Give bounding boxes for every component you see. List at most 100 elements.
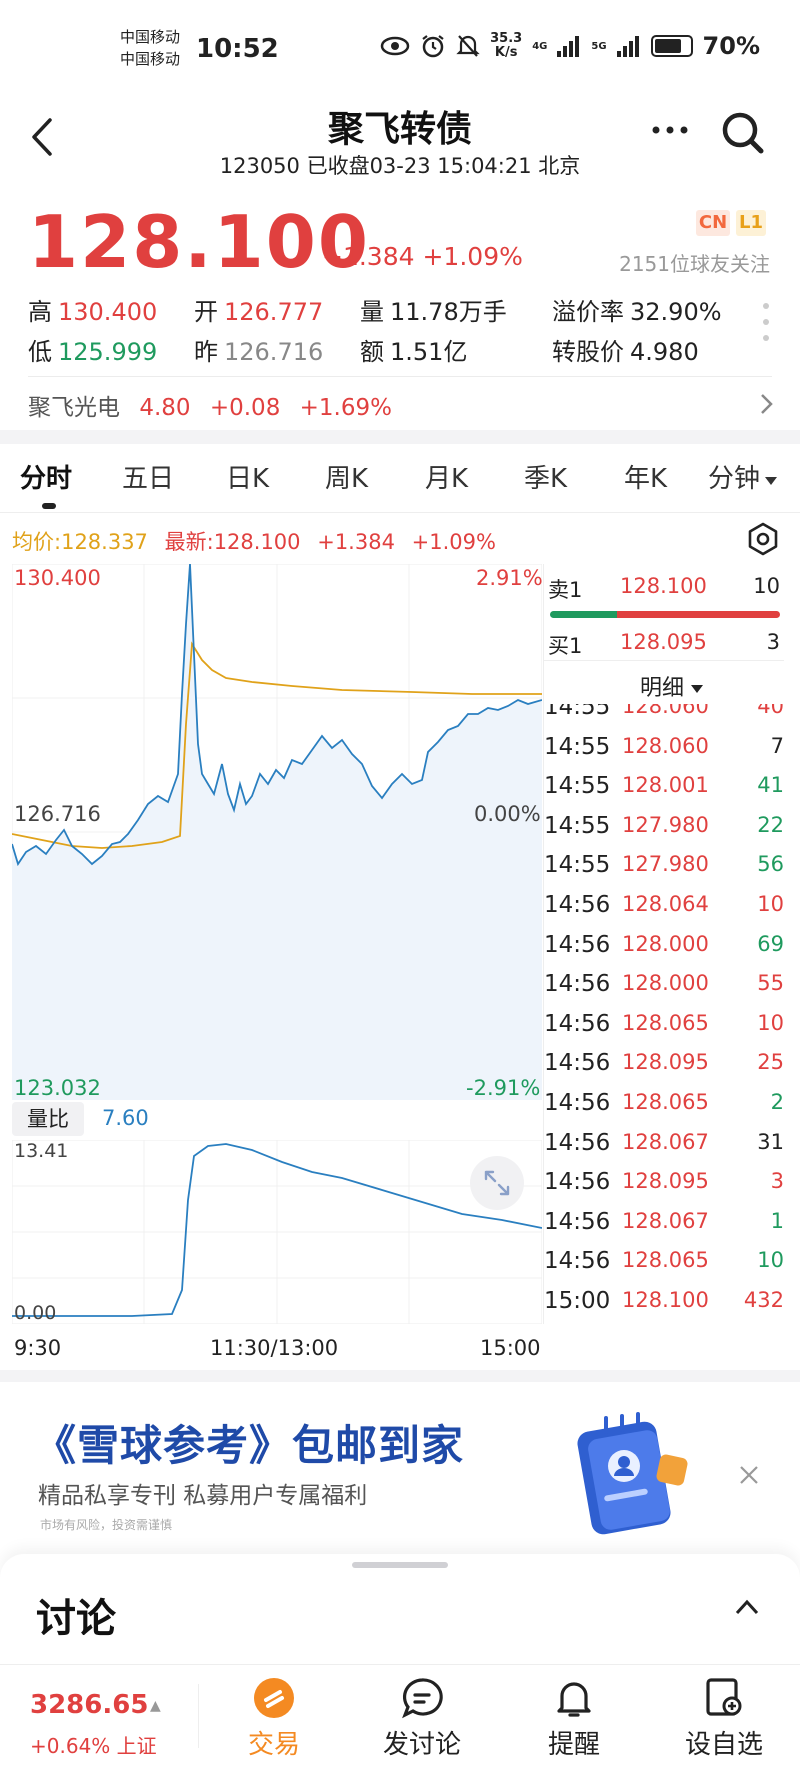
carrier-1: 中国移动 <box>120 28 181 46</box>
tick-price: 128.065 <box>622 1090 709 1114</box>
ad-subtitle[interactable]: 精品私享专刊 私募用户专属福利 <box>38 1476 367 1510</box>
ad-title[interactable]: 《雪球参考》包邮到家 <box>34 1412 464 1473</box>
tick-price: 128.001 <box>622 773 709 798</box>
triangle-up-icon: ▲ <box>150 1698 161 1714</box>
sheet-drag-handle[interactable] <box>352 1562 448 1568</box>
close-icon[interactable] <box>738 1464 760 1486</box>
tick-row: 14:55 128.001 41 <box>544 773 784 813</box>
stat-label: 溢价率 <box>552 298 624 326</box>
tab-weekly-k[interactable]: 周K <box>325 458 368 495</box>
bid-qty: 3 <box>766 630 780 654</box>
tick-row: 14:56 128.065 10 <box>544 1011 784 1051</box>
ask-label: 卖1 <box>548 578 583 602</box>
settings-gear-icon[interactable] <box>746 522 780 556</box>
volume-axis-top: 13.41 <box>14 1140 69 1162</box>
divider <box>28 376 772 377</box>
l1-badge[interactable]: L1 <box>736 210 766 236</box>
latest-change: +1.384 <box>317 530 395 554</box>
bid-label: 买1 <box>548 634 583 658</box>
trade-icon <box>254 1678 294 1718</box>
latest-change-percent: +1.09% <box>411 530 496 554</box>
status-icons: 35.3 K/s 4G 5G 70% <box>380 32 760 60</box>
bid-1-row: 买1 128.095 3 <box>548 630 780 660</box>
ad-magazine-illustration[interactable] <box>560 1404 700 1544</box>
ad-risk-note: 市场有风险，投资需谨慎 <box>40 1518 173 1532</box>
ask-qty: 10 <box>753 574 780 598</box>
tick-time: 14:56 <box>544 1169 611 1196</box>
related-stock-row[interactable]: 聚飞光电 4.80 +0.08 +1.69% <box>28 388 392 422</box>
index-change[interactable]: +0.64% 上证 <box>30 1730 157 1759</box>
latest-price-value: 128.100 <box>213 530 301 554</box>
stat-label: 量 <box>360 298 384 326</box>
chart-info-line: 均价:128.337 最新:128.100 +1.384 +1.09% <box>12 526 496 556</box>
battery-icon <box>650 35 693 57</box>
tick-price: 128.060 <box>622 733 709 758</box>
volume-ratio-tab[interactable]: 量比 <box>12 1102 84 1136</box>
carrier-names: 中国移动 中国移动 <box>120 26 180 70</box>
divider <box>0 1664 800 1665</box>
nav-post[interactable]: 发讨论 <box>362 1676 482 1761</box>
tick-time: 14:55 <box>544 852 611 879</box>
volume-ratio-value: 7.60 <box>102 1106 149 1130</box>
stat-low: 低 125.999 <box>28 332 157 367</box>
tab-monthly-k[interactable]: 月K <box>425 458 468 495</box>
search-icon[interactable] <box>718 108 768 158</box>
nav-trade[interactable]: 交易 <box>214 1676 334 1761</box>
tick-time: 14:56 <box>544 931 611 958</box>
index-value[interactable]: 3286.65 <box>30 1690 148 1720</box>
nav-post-label: 发讨论 <box>382 1730 461 1760</box>
stat-label: 开 <box>194 298 218 326</box>
expand-chart-button[interactable] <box>470 1156 524 1210</box>
bid-ask-ratio-bar <box>550 611 780 618</box>
tick-time: 14:56 <box>544 1090 611 1116</box>
tick-time: 14:56 <box>544 1010 611 1037</box>
nav-add-watchlist[interactable]: 设自选 <box>664 1676 784 1761</box>
tab-quarterly-k[interactable]: 季K <box>524 458 567 495</box>
tab-minute[interactable]: 分钟 <box>708 458 778 495</box>
tick-qty: 3 <box>770 1169 784 1194</box>
tab-daily-k[interactable]: 日K <box>226 458 269 495</box>
chat-bubble-icon <box>402 1678 443 1719</box>
vertical-dots-icon[interactable] <box>762 302 770 342</box>
cn-badge[interactable]: CN <box>696 210 730 236</box>
section-divider <box>0 1370 800 1382</box>
discussion-title[interactable]: 讨论 <box>36 1586 116 1644</box>
more-icon[interactable] <box>650 120 690 140</box>
tick-qty: 10 <box>757 1248 784 1273</box>
tick-detail-label: 明细 <box>640 676 685 701</box>
nav-remind[interactable]: 提醒 <box>514 1676 634 1761</box>
intraday-price-chart[interactable] <box>12 564 542 1100</box>
volume-ratio-chart[interactable] <box>12 1140 542 1324</box>
stat-label: 转股价 <box>552 338 624 366</box>
followers-count[interactable]: 2151位球友关注 <box>619 248 770 277</box>
tick-detail-toggle[interactable]: 明细 <box>640 670 704 702</box>
tick-qty: 2 <box>770 1090 784 1114</box>
tick-time: 15:00 <box>544 1288 611 1314</box>
tick-list[interactable]: 14:55 128.060 40 14:55 128.060 7 14:55 128.001 4… <box>544 704 784 1324</box>
divider <box>198 1684 199 1748</box>
chevron-right-icon[interactable] <box>758 392 774 416</box>
tick-price: 128.095 <box>622 1169 709 1194</box>
stat-label: 昨 <box>194 338 218 366</box>
tab-intraday[interactable]: 分时 <box>20 458 72 495</box>
tick-price: 128.065 <box>622 1248 709 1273</box>
tick-time: 14:56 <box>544 892 611 918</box>
tick-price: 128.065 <box>622 1010 709 1035</box>
bid-ratio-fill <box>550 611 617 618</box>
tab-five-day[interactable]: 五日 <box>122 458 174 495</box>
bell-icon <box>557 1682 591 1717</box>
tick-price: 128.000 <box>622 931 709 956</box>
related-stock-price: 4.80 <box>139 395 191 421</box>
stat-high: 高 130.400 <box>28 292 157 327</box>
stat-value: 11.78万手 <box>390 298 507 326</box>
ask-ratio-fill <box>616 611 780 618</box>
alarm-icon <box>422 35 444 58</box>
chevron-up-icon[interactable] <box>734 1598 760 1616</box>
volume-axis-bottom: 0.00 <box>14 1302 57 1324</box>
tick-qty: 31 <box>757 1129 784 1154</box>
net-speed-value: 35.3 <box>490 31 523 46</box>
tick-row: 14:56 128.065 10 <box>544 1248 784 1288</box>
tab-yearly-k[interactable]: 年K <box>624 458 667 495</box>
tick-row: 14:56 128.095 3 <box>544 1169 784 1209</box>
tab-minute-label: 分钟 <box>708 464 761 494</box>
